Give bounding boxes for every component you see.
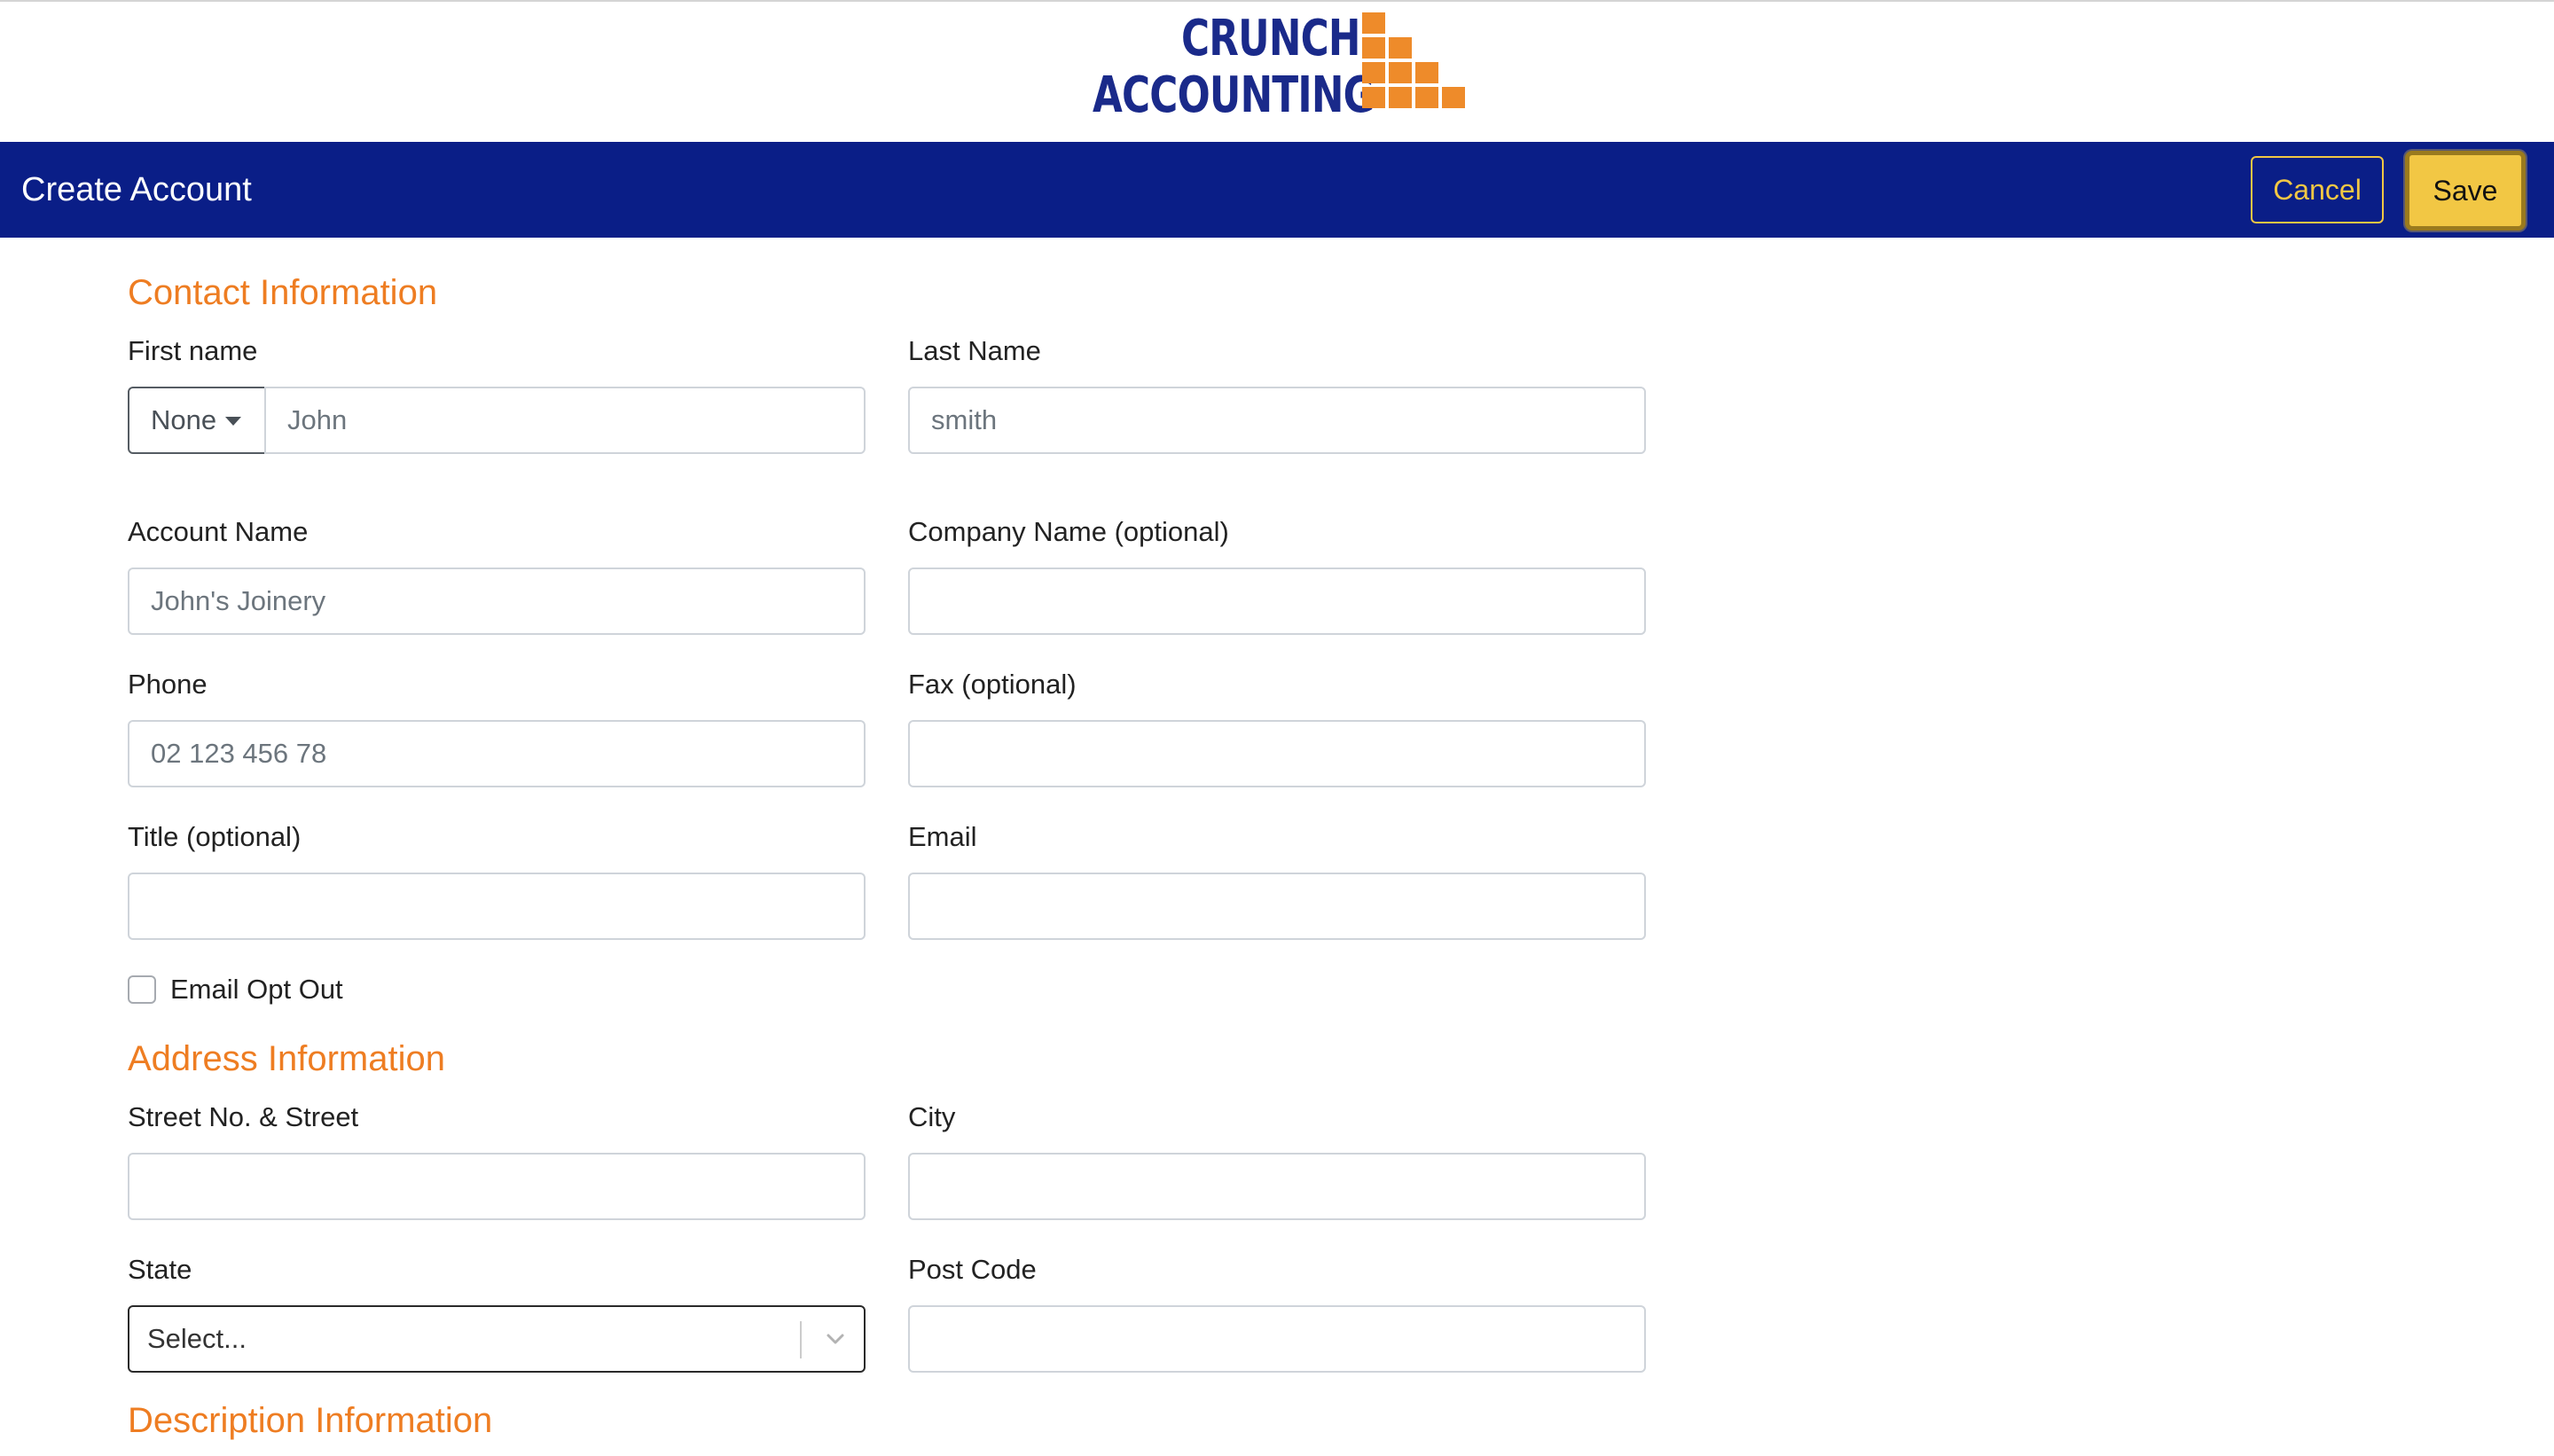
street-input[interactable] [128,1153,866,1220]
logo-blocks-icon [1362,12,1470,121]
email-opt-out-checkbox[interactable] [128,975,156,1004]
account-name-input[interactable]: John's Joinery [128,568,866,635]
select-separator [800,1321,802,1358]
first-name-label: First name [128,335,258,366]
salutation-value: None [151,404,217,435]
page-title: Create Account [21,171,252,208]
state-select-value: Select... [147,1323,247,1354]
section-title-address: Address Information [128,1039,445,1078]
company-name-input[interactable] [908,568,1646,635]
logo-bar: CRUNCH ACCOUNTING [0,0,2554,142]
caret-down-icon [225,417,241,426]
section-title-description: Description Information [128,1401,493,1440]
save-button[interactable]: Save [2405,151,2526,231]
street-label: Street No. & Street [128,1101,359,1132]
salutation-dropdown[interactable]: None [128,387,266,454]
page-header: Create Account Cancel Save [0,142,2554,238]
state-label: State [128,1254,192,1285]
postcode-input[interactable] [908,1305,1646,1373]
city-label: City [908,1101,956,1132]
phone-input[interactable]: 02 123 456 78 [128,720,866,787]
city-input[interactable] [908,1153,1646,1220]
last-name-label: Last Name [908,335,1041,366]
chevron-down-icon [827,1334,844,1344]
first-name-input[interactable]: John [264,387,866,454]
account-name-label: Account Name [128,516,309,547]
logo-line2: ACCOUNTING [1093,67,1375,124]
postcode-label: Post Code [908,1254,1037,1285]
company-name-label: Company Name (optional) [908,516,1229,547]
crunch-accounting-logo: CRUNCH ACCOUNTING [1089,12,1470,124]
title-input[interactable] [128,873,866,940]
email-input[interactable] [908,873,1646,940]
cancel-button[interactable]: Cancel [2251,156,2384,223]
phone-label: Phone [128,669,208,700]
last-name-input[interactable]: smith [908,387,1646,454]
state-select[interactable]: Select... [128,1305,866,1373]
email-opt-out-label: Email Opt Out [170,974,343,1005]
section-title-contact: Contact Information [128,273,438,312]
email-label: Email [908,821,977,852]
fax-label: Fax (optional) [908,669,1077,700]
logo-line1: CRUNCH [1181,10,1360,67]
fax-input[interactable] [908,720,1646,787]
title-label: Title (optional) [128,821,302,852]
